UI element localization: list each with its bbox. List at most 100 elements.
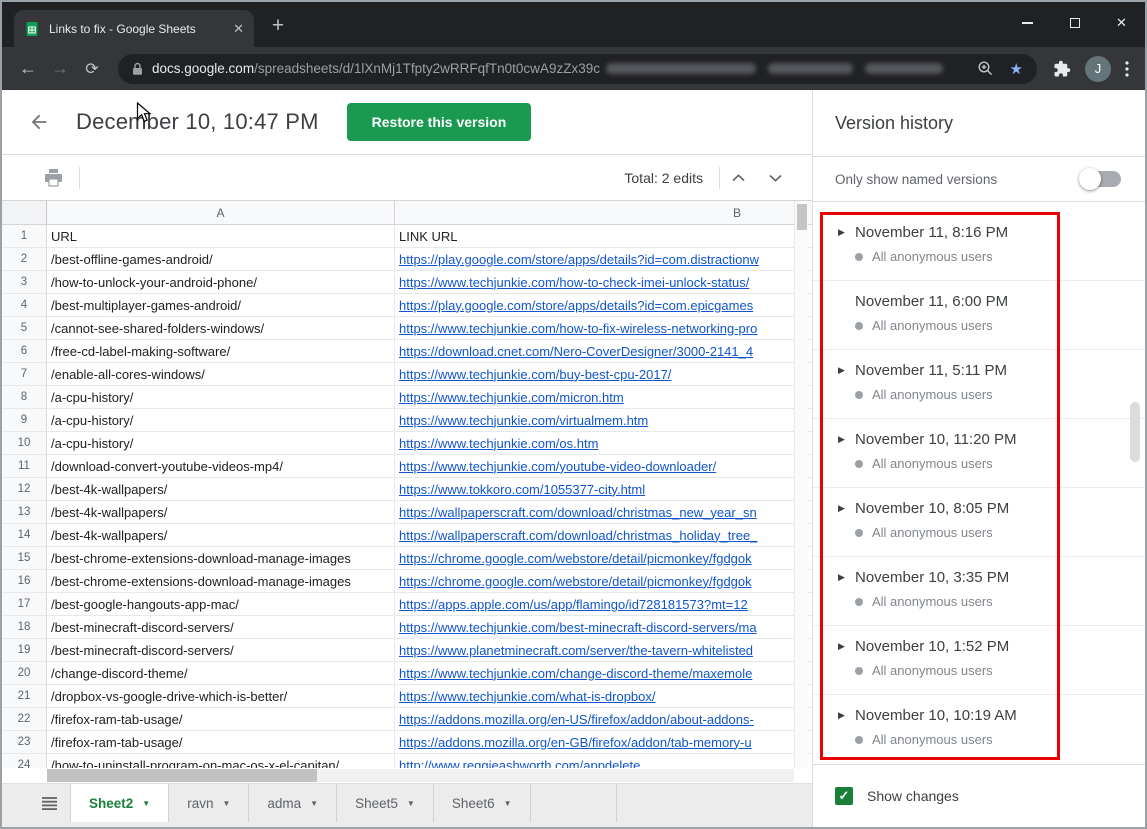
version-item[interactable]: ▶November 11, 8:16 PMAll anonymous users <box>813 212 1145 281</box>
cell-url[interactable]: /change-discord-theme/ <box>47 662 395 684</box>
row-number[interactable]: 10 <box>2 432 47 454</box>
dropdown-arrow-icon[interactable]: ▼ <box>407 799 415 808</box>
row-number[interactable]: 19 <box>2 639 47 661</box>
cell-url[interactable]: /best-offline-games-android/ <box>47 248 395 270</box>
expand-arrow-icon[interactable]: ▶ <box>838 572 855 583</box>
cell-link-url[interactable]: LINK URL <box>395 225 812 247</box>
minimize-button[interactable] <box>1004 2 1051 44</box>
cell-link-url[interactable]: https://www.tokkoro.com/1055377-city.htm… <box>395 478 812 500</box>
cell-url[interactable]: /cannot-see-shared-folders-windows/ <box>47 317 395 339</box>
version-item[interactable]: ▶November 10, 3:35 PMAll anonymous users <box>813 557 1145 626</box>
cell-url[interactable]: /firefox-ram-tab-usage/ <box>47 708 395 730</box>
cell-url[interactable]: /free-cd-label-making-software/ <box>47 340 395 362</box>
cell-url[interactable]: /how-to-uninstall-program-on-mac-os-x-el… <box>47 754 395 768</box>
version-item[interactable]: ▶November 11, 5:11 PMAll anonymous users <box>813 350 1145 419</box>
version-item[interactable]: ▶November 10, 11:20 PMAll anonymous user… <box>813 419 1145 488</box>
row-number[interactable]: 2 <box>2 248 47 270</box>
grid-vertical-scrollbar[interactable] <box>794 201 808 768</box>
dropdown-arrow-icon[interactable]: ▼ <box>504 799 512 808</box>
print-icon[interactable] <box>44 169 63 187</box>
cell-link-url[interactable]: https://www.techjunkie.com/what-is-dropb… <box>395 685 812 707</box>
cell-link-url[interactable]: https://www.planetminecraft.com/server/t… <box>395 639 812 661</box>
back-arrow-icon[interactable] <box>28 111 50 133</box>
row-number[interactable]: 3 <box>2 271 47 293</box>
cell-link-url[interactable]: https://addons.mozilla.org/en-GB/firefox… <box>395 731 812 753</box>
row-number[interactable]: 24 <box>2 754 47 768</box>
cell-url[interactable]: /dropbox-vs-google-drive-which-is-better… <box>47 685 395 707</box>
cell-url[interactable]: /how-to-unlock-your-android-phone/ <box>47 271 395 293</box>
cell-url[interactable]: /download-convert-youtube-videos-mp4/ <box>47 455 395 477</box>
cell-link-url[interactable]: https://www.techjunkie.com/micron.htm <box>395 386 812 408</box>
row-number[interactable]: 14 <box>2 524 47 546</box>
chevron-up-icon[interactable] <box>720 174 757 182</box>
expand-arrow-icon[interactable]: ▶ <box>838 365 855 376</box>
cell-link-url[interactable]: https://wallpaperscraft.com/download/chr… <box>395 524 812 546</box>
cell-url[interactable]: /best-4k-wallpapers/ <box>47 524 395 546</box>
cell-url[interactable]: /firefox-ram-tab-usage/ <box>47 731 395 753</box>
row-number[interactable]: 13 <box>2 501 47 523</box>
cell-link-url[interactable]: https://chrome.google.com/webstore/detai… <box>395 547 812 569</box>
avatar[interactable]: J <box>1085 56 1111 82</box>
sheet-tab-sheet6[interactable]: Sheet6▼ <box>434 784 531 822</box>
back-icon[interactable]: ← <box>12 58 44 79</box>
cell-link-url[interactable]: https://www.techjunkie.com/buy-best-cpu-… <box>395 363 812 385</box>
dropdown-arrow-icon[interactable]: ▼ <box>310 799 318 808</box>
row-number[interactable]: 12 <box>2 478 47 500</box>
row-number[interactable]: 4 <box>2 294 47 316</box>
cell-link-url[interactable]: https://www.techjunkie.com/youtube-video… <box>395 455 812 477</box>
row-number[interactable]: 16 <box>2 570 47 592</box>
expand-arrow-icon[interactable]: ▶ <box>838 503 855 514</box>
url-bar[interactable]: docs.google.com /spreadsheets/d/1lXnMj1T… <box>118 54 1037 84</box>
browser-tab[interactable]: Links to fix - Google Sheets ✕ <box>14 10 254 47</box>
cell-link-url[interactable]: https://download.cnet.com/Nero-CoverDesi… <box>395 340 812 362</box>
expand-arrow-icon[interactable]: ▶ <box>838 641 855 652</box>
cell-link-url[interactable]: https://apps.apple.com/us/app/flamingo/i… <box>395 593 812 615</box>
cell-link-url[interactable]: https://www.techjunkie.com/best-minecraf… <box>395 616 812 638</box>
row-number[interactable]: 15 <box>2 547 47 569</box>
new-tab-button[interactable]: + <box>264 13 292 41</box>
forward-icon[interactable]: → <box>44 58 76 79</box>
cell-url[interactable]: /a-cpu-history/ <box>47 386 395 408</box>
row-number[interactable]: 7 <box>2 363 47 385</box>
cell-link-url[interactable]: https://play.google.com/store/apps/detai… <box>395 248 812 270</box>
select-all-corner[interactable] <box>2 201 47 224</box>
sheet-tab-sheet2[interactable]: Sheet2▼ <box>70 784 169 822</box>
version-item[interactable]: ▶November 10, 10:19 AMAll anonymous user… <box>813 695 1145 764</box>
cell-url[interactable]: /best-4k-wallpapers/ <box>47 478 395 500</box>
cell-url[interactable]: URL <box>47 225 395 247</box>
version-item[interactable]: ▶November 10, 1:52 PMAll anonymous users <box>813 626 1145 695</box>
cell-link-url[interactable]: https://www.techjunkie.com/virtualmem.ht… <box>395 409 812 431</box>
cell-url[interactable]: /a-cpu-history/ <box>47 432 395 454</box>
show-changes-checkbox[interactable]: ✓ <box>835 787 853 805</box>
tab-close-icon[interactable]: ✕ <box>233 21 244 37</box>
row-number[interactable]: 8 <box>2 386 47 408</box>
close-button[interactable]: ✕ <box>1098 2 1145 44</box>
dropdown-arrow-icon[interactable]: ▼ <box>222 799 230 808</box>
row-number[interactable]: 23 <box>2 731 47 753</box>
row-number[interactable]: 1 <box>2 225 47 247</box>
column-header-a[interactable]: A <box>47 201 395 224</box>
restore-version-button[interactable]: Restore this version <box>347 103 532 141</box>
version-item[interactable]: ▶November 11, 6:00 PMAll anonymous users <box>813 281 1145 350</box>
zoom-icon[interactable] <box>977 60 994 77</box>
cell-link-url[interactable]: https://www.techjunkie.com/how-to-fix-wi… <box>395 317 812 339</box>
chevron-down-icon[interactable] <box>757 174 794 182</box>
cell-link-url[interactable]: https://www.techjunkie.com/how-to-check-… <box>395 271 812 293</box>
row-number[interactable]: 11 <box>2 455 47 477</box>
sheet-tab-ravn[interactable]: ravn▼ <box>169 784 249 822</box>
row-number[interactable]: 9 <box>2 409 47 431</box>
cell-link-url[interactable]: http://www.reggieashworth.com/appdelete <box>395 754 812 768</box>
named-versions-toggle[interactable] <box>1083 171 1121 187</box>
cell-url[interactable]: /enable-all-cores-windows/ <box>47 363 395 385</box>
row-number[interactable]: 20 <box>2 662 47 684</box>
expand-arrow-icon[interactable]: ▶ <box>838 710 855 721</box>
column-header-b[interactable]: B <box>395 201 812 224</box>
grid-horizontal-scrollbar[interactable] <box>2 769 812 783</box>
cell-link-url[interactable]: https://play.google.com/store/apps/detai… <box>395 294 812 316</box>
row-number[interactable]: 21 <box>2 685 47 707</box>
cell-url[interactable]: /best-chrome-extensions-download-manage-… <box>47 547 395 569</box>
row-number[interactable]: 6 <box>2 340 47 362</box>
dropdown-arrow-icon[interactable]: ▼ <box>142 799 150 808</box>
reload-icon[interactable]: ⟳ <box>76 59 108 79</box>
row-number[interactable]: 17 <box>2 593 47 615</box>
